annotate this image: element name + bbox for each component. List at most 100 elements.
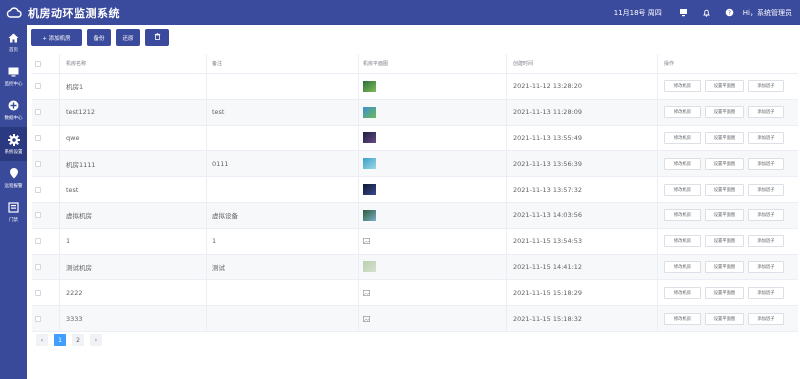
add-factor-button[interactable]: 添加因子 (748, 80, 784, 93)
add-factor-button[interactable]: 添加因子 (748, 312, 784, 325)
row-actions: 修改机房 设置平面图 添加因子 (657, 306, 798, 331)
prev-page-button[interactable]: ‹ (36, 334, 48, 346)
row-actions: 修改机房 设置平面图 添加因子 (657, 151, 798, 177)
room-floor-plan (358, 228, 506, 254)
floor-plan-thumbnail[interactable] (363, 209, 376, 221)
delete-button[interactable] (145, 29, 169, 46)
room-note: 虚拟设备 (206, 202, 358, 228)
sidebar-item-data[interactable]: 数据中心 (0, 93, 27, 127)
data-icon (8, 100, 20, 112)
row-checkbox[interactable] (35, 151, 43, 176)
sidebar-item-door[interactable]: 门禁 (0, 195, 27, 229)
room-note (206, 74, 358, 99)
edit-room-button[interactable]: 修改机房 (664, 157, 701, 170)
edit-room-button[interactable]: 修改机房 (664, 209, 701, 222)
toolbar: + 添加机房 备份 还原 (31, 29, 174, 46)
sidebar-item-alarm[interactable]: 远程报警 (0, 161, 27, 195)
room-floor-plan (358, 177, 506, 202)
edit-room-button[interactable]: 修改机房 (664, 260, 701, 273)
set-floor-plan-button[interactable]: 设置平面图 (705, 312, 744, 325)
set-floor-plan-button[interactable]: 设置平面图 (705, 209, 744, 222)
row-checkbox[interactable] (35, 74, 43, 99)
select-all-checkbox[interactable] (35, 54, 43, 73)
broken-image-icon (363, 289, 370, 296)
created-time: 2021-11-15 15:18:32 (506, 306, 657, 331)
floor-plan-thumbnail[interactable] (363, 132, 376, 144)
add-factor-button[interactable]: 添加因子 (748, 183, 784, 196)
edit-room-button[interactable]: 修改机房 (664, 80, 701, 93)
date-display: 11月18号 周四 (613, 8, 662, 17)
add-factor-button[interactable]: 添加因子 (748, 260, 784, 273)
edit-room-button[interactable]: 修改机房 (664, 106, 701, 119)
home-icon (8, 32, 20, 44)
add-factor-button[interactable]: 添加因子 (748, 157, 784, 170)
room-floor-plan (358, 74, 506, 99)
floor-plan-thumbnail[interactable] (363, 158, 376, 170)
row-checkbox[interactable] (35, 280, 43, 305)
set-floor-plan-button[interactable]: 设置平面图 (705, 235, 744, 248)
sidebar-item-home[interactable]: 首页 (0, 25, 27, 59)
row-actions: 修改机房 设置平面图 添加因子 (657, 74, 798, 99)
restore-button[interactable]: 还原 (116, 29, 140, 46)
sidebar-item-label: 门禁 (9, 217, 18, 223)
set-floor-plan-button[interactable]: 设置平面图 (705, 183, 744, 196)
table-header: 机房名称 备注 机房平面图 创建时间 操作 (32, 54, 798, 74)
alarm-icon (8, 168, 20, 180)
backup-button[interactable]: 备份 (87, 29, 111, 46)
add-factor-button[interactable]: 添加因子 (748, 235, 784, 248)
room-note: 1 (206, 228, 358, 254)
set-floor-plan-button[interactable]: 设置平面图 (705, 106, 744, 119)
row-checkbox[interactable] (35, 306, 43, 331)
edit-room-button[interactable]: 修改机房 (664, 131, 701, 144)
room-name: 3333 (59, 306, 206, 331)
set-floor-plan-button[interactable]: 设置平面图 (705, 80, 744, 93)
sidebar-item-monitor[interactable]: 监控中心 (0, 59, 27, 93)
trash-icon (154, 33, 161, 42)
set-floor-plan-button[interactable]: 设置平面图 (705, 260, 744, 273)
row-checkbox[interactable] (35, 229, 43, 254)
bell-icon[interactable] (702, 8, 711, 17)
edit-room-button[interactable]: 修改机房 (664, 183, 701, 196)
room-table: 机房名称 备注 机房平面图 创建时间 操作 机房1 2021-11-12 13:… (32, 54, 798, 332)
table-row: 2222 2021-11-15 15:18:29 修改机房 设置平面图 添加因子 (32, 280, 798, 307)
edit-room-button[interactable]: 修改机房 (664, 235, 701, 248)
top-bar: 机房动环监测系统 11月18号 周四 ? Hi，系统管理员 (0, 0, 800, 25)
row-checkbox[interactable] (35, 255, 43, 280)
door-icon (8, 202, 20, 214)
help-icon[interactable]: ? (725, 8, 734, 17)
add-factor-button[interactable]: 添加因子 (748, 209, 784, 222)
page-button-2[interactable]: 2 (72, 334, 84, 346)
add-factor-button[interactable]: 添加因子 (748, 131, 784, 144)
sidebar-item-settings[interactable]: 系统设置 (0, 127, 27, 161)
created-time: 2021-11-13 13:56:39 (506, 151, 657, 177)
room-note: test (206, 99, 358, 125)
user-greeting[interactable]: Hi，系统管理员 (743, 8, 792, 18)
floor-plan-thumbnail[interactable] (363, 106, 376, 118)
add-factor-button[interactable]: 添加因子 (748, 286, 784, 299)
pagination: ‹ 1 2 › (36, 334, 108, 346)
row-checkbox[interactable] (35, 177, 43, 202)
next-page-button[interactable]: › (90, 334, 102, 346)
edit-room-button[interactable]: 修改机房 (664, 312, 701, 325)
created-time: 2021-11-15 13:54:53 (506, 228, 657, 254)
row-checkbox[interactable] (35, 100, 43, 125)
set-floor-plan-button[interactable]: 设置平面图 (705, 286, 744, 299)
add-room-button[interactable]: + 添加机房 (31, 29, 82, 46)
screen-icon[interactable] (679, 8, 688, 17)
header-image: 机房平面图 (358, 54, 506, 73)
row-actions: 修改机房 设置平面图 添加因子 (657, 99, 798, 125)
table-row: test1212 test 2021-11-13 11:28:09 修改机房 设… (32, 99, 798, 126)
room-name: qwe (59, 125, 206, 151)
table-row: qwe 2021-11-13 13:55:49 修改机房 设置平面图 添加因子 (32, 125, 798, 152)
floor-plan-thumbnail[interactable] (363, 184, 376, 196)
set-floor-plan-button[interactable]: 设置平面图 (705, 131, 744, 144)
edit-room-button[interactable]: 修改机房 (664, 286, 701, 299)
row-checkbox[interactable] (35, 126, 43, 151)
floor-plan-thumbnail[interactable] (363, 80, 376, 92)
page-button-1[interactable]: 1 (54, 334, 66, 346)
row-checkbox[interactable] (35, 203, 43, 228)
floor-plan-thumbnail[interactable] (363, 261, 376, 273)
created-time: 2021-11-15 15:18:29 (506, 280, 657, 306)
add-factor-button[interactable]: 添加因子 (748, 106, 784, 119)
set-floor-plan-button[interactable]: 设置平面图 (705, 157, 744, 170)
